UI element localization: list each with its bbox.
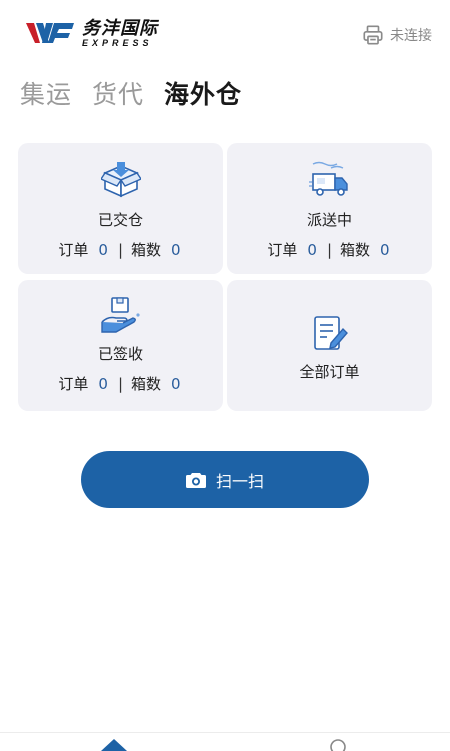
home-icon[interactable] — [101, 739, 127, 751]
card-delivered[interactable]: 已交仓 订单 0 | 箱数 0 — [18, 143, 223, 274]
card-delivered-title: 已交仓 — [97, 211, 143, 229]
order-count: 0 — [307, 240, 317, 259]
profile-icon[interactable] — [328, 739, 348, 751]
card-shipping-title: 派送中 — [306, 211, 352, 229]
card-all-orders-title: 全部订单 — [299, 363, 360, 381]
box-count: 0 — [171, 240, 181, 259]
box-count: 0 — [380, 240, 390, 259]
card-shipping-counts: 订单 0 | 箱数 0 — [227, 239, 432, 260]
order-label: 订单 — [58, 375, 89, 393]
card-all-orders[interactable]: 全部订单 — [227, 280, 432, 411]
order-label: 订单 — [267, 241, 298, 259]
tab-consolidation[interactable]: 集运 — [20, 78, 72, 112]
camera-icon — [185, 472, 206, 488]
box-icon — [100, 162, 141, 198]
box-label: 箱数 — [340, 241, 371, 259]
scan-button[interactable]: 扫一扫 — [81, 451, 369, 508]
separator: | — [326, 240, 333, 259]
brand-logo: 务沣国际 EXPRESS — [26, 20, 158, 48]
brand-name-cn: 务沣国际 — [82, 18, 158, 39]
bottom-nav — [0, 732, 450, 751]
order-count: 0 — [98, 240, 108, 259]
delivery-truck-icon — [308, 161, 348, 196]
card-shipping[interactable]: 派送中 订单 0 | 箱数 0 — [227, 143, 432, 274]
card-delivered-counts: 订单 0 | 箱数 0 — [18, 239, 223, 260]
hand-package-icon — [100, 297, 140, 333]
tab-overseas-warehouse[interactable]: 海外仓 — [164, 78, 242, 112]
separator: | — [117, 240, 124, 259]
scan-button-label: 扫一扫 — [215, 471, 264, 491]
service-tabs: 集运 货代 海外仓 — [20, 78, 262, 112]
card-signed-title: 已签收 — [97, 345, 143, 363]
brand-name-en: EXPRESS — [82, 38, 153, 48]
card-signed-counts: 订单 0 | 箱数 0 — [18, 373, 223, 394]
printer-icon — [363, 25, 383, 45]
printer-status[interactable]: 未连接 — [362, 24, 432, 46]
brand-logo-mark — [26, 21, 76, 47]
document-edit-icon — [313, 316, 348, 350]
header: 务沣国际 EXPRESS 未连接 — [0, 0, 450, 70]
box-label: 箱数 — [131, 375, 162, 393]
box-count: 0 — [171, 374, 181, 393]
order-label: 订单 — [58, 241, 89, 259]
order-count: 0 — [98, 374, 108, 393]
printer-status-text: 未连接 — [390, 28, 432, 44]
card-signed[interactable]: 已签收 订单 0 | 箱数 0 — [18, 280, 223, 411]
box-label: 箱数 — [131, 241, 162, 259]
tab-freight-forwarding[interactable]: 货代 — [92, 78, 144, 112]
separator: | — [117, 374, 124, 393]
